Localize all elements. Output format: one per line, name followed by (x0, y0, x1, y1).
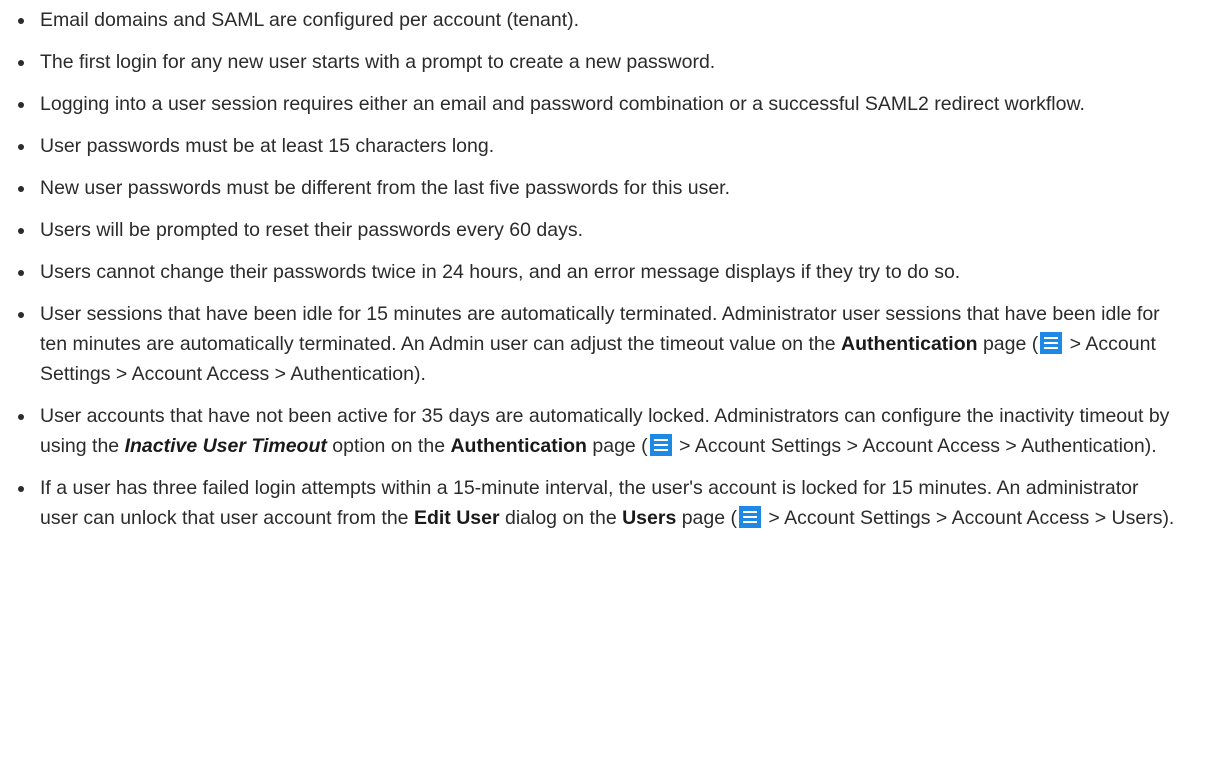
list-item: User sessions that have been idle for 15… (16, 299, 1176, 389)
hamburger-menu-icon (1040, 332, 1063, 354)
list-item: User accounts that have not been active … (16, 401, 1176, 461)
list-item: Email domains and SAML are configured pe… (16, 5, 1176, 35)
list-item: If a user has three failed login attempt… (16, 473, 1176, 533)
bullet-text: page ( (977, 333, 1039, 355)
users-page-name: Users (622, 507, 677, 529)
list-item: The first login for any new user starts … (16, 47, 1176, 77)
bullet-text: option on the (326, 435, 451, 457)
list-item: New user passwords must be different fro… (16, 173, 1176, 203)
list-item: Users cannot change their passwords twic… (16, 257, 1176, 287)
bullet-text: The first login for any new user starts … (40, 51, 716, 73)
bullet-text: New user passwords must be different fro… (40, 177, 731, 199)
hamburger-menu-icon (649, 434, 672, 456)
menu-path: > Account Settings > Account Access > Us… (763, 507, 1175, 529)
bullet-text: Users will be prompted to reset their pa… (40, 219, 583, 241)
authentication-page-name: Authentication (450, 435, 587, 457)
bullet-text: page ( (676, 507, 738, 529)
bullet-text: Users cannot change their passwords twic… (40, 261, 961, 283)
bullet-list: Email domains and SAML are configured pe… (16, 5, 1176, 533)
menu-path: > Account Settings > Account Access > Au… (673, 435, 1157, 457)
inactive-user-timeout-option: Inactive User Timeout (124, 435, 327, 457)
bullet-text: dialog on the (499, 507, 623, 529)
bullet-text: page ( (586, 435, 648, 457)
document-body: Email domains and SAML are configured pe… (0, 0, 1176, 533)
edit-user-dialog-name: Edit User (413, 507, 500, 529)
list-item: Logging into a user session requires eit… (16, 89, 1176, 119)
bullet-text: Email domains and SAML are configured pe… (40, 9, 580, 31)
authentication-page-name: Authentication (841, 333, 978, 355)
list-item: Users will be prompted to reset their pa… (16, 215, 1176, 245)
hamburger-menu-icon (739, 506, 762, 528)
bullet-text: Logging into a user session requires eit… (40, 93, 1085, 115)
bullet-text: User passwords must be at least 15 chara… (40, 135, 495, 157)
list-item: User passwords must be at least 15 chara… (16, 131, 1176, 161)
